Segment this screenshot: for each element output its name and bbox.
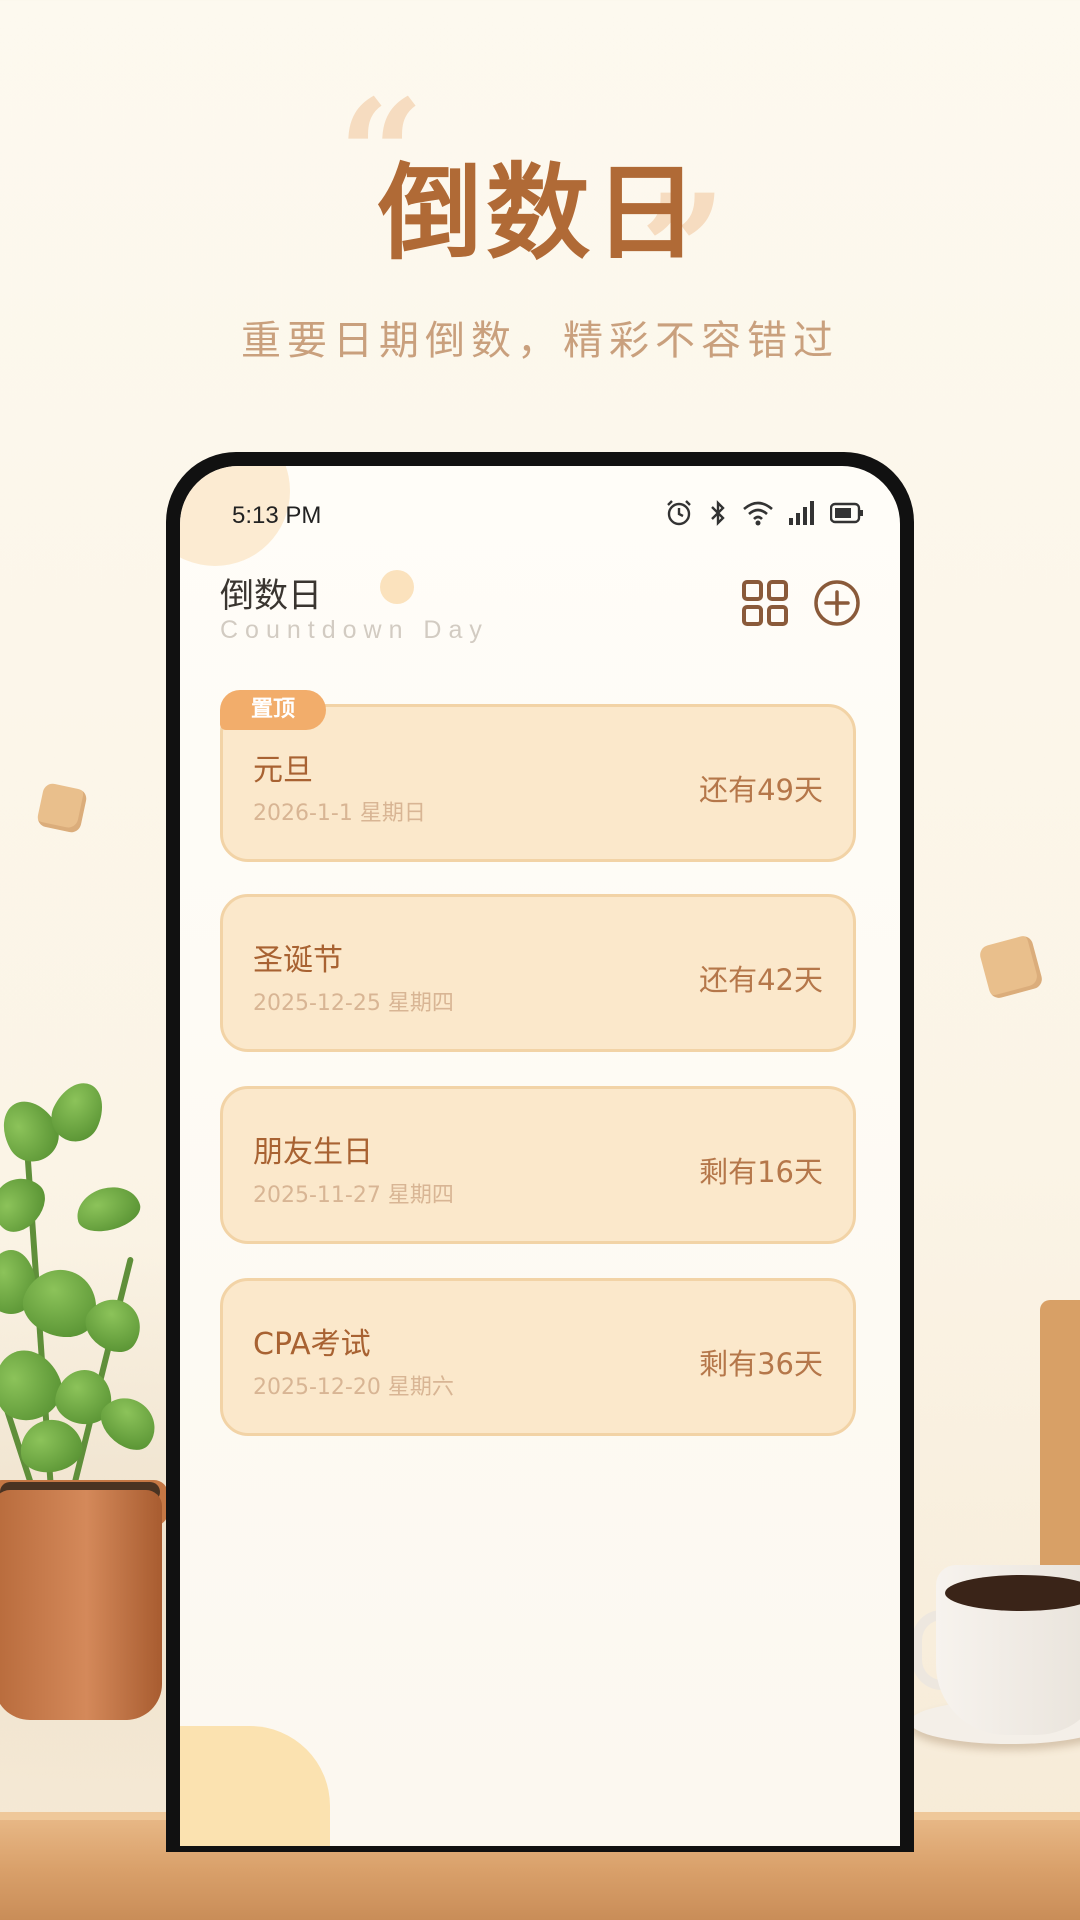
event-remaining-days: 剩有36天 [699,1347,823,1381]
event-card[interactable]: CPA考试 2025-12-20 星期六 剩有36天 [220,1278,856,1436]
status-time: 5:13 PM [232,502,322,529]
page-subtitle: Countdown Day [220,616,489,644]
event-card[interactable]: 元旦 2026-1-1 星期日 还有49天 [220,704,856,862]
event-remaining-days: 剩有16天 [699,1155,823,1189]
event-date: 2025-12-25 星期四 [253,991,454,1016]
add-circle-icon [814,580,860,626]
decorative-dot [380,570,414,604]
grid-view-button[interactable] [740,578,790,628]
page-title: 倒数日 [220,576,322,616]
bluetooth-icon [708,498,728,532]
event-remaining-days: 还有49天 [699,773,823,807]
event-date: 2025-11-27 星期四 [253,1183,454,1208]
event-remaining-days: 还有42天 [699,963,823,997]
event-name: 朋友生日 [253,1135,373,1170]
battery-icon [829,502,864,528]
cheese-cube-decoration [35,781,89,835]
cutting-board-decoration [1040,1300,1080,1600]
cheese-decoration [180,1726,330,1846]
event-date: 2026-1-1 星期日 [253,801,426,826]
event-card[interactable]: 圣诞节 2025-12-25 星期四 还有42天 [220,894,856,1052]
add-event-button[interactable] [812,578,862,628]
alarm-icon [664,498,694,532]
poster-title: 倒数日 [377,152,702,274]
poster-subtitle: 重要日期倒数，精彩不容错过 [241,318,839,364]
pinned-badge: 置顶 [220,690,326,730]
event-card[interactable]: 朋友生日 2025-11-27 星期四 剩有16天 [220,1086,856,1244]
event-name: 元旦 [253,753,313,788]
cheese-cube-decoration [977,933,1045,1001]
signal-icon [788,500,816,530]
app-screen: 5:13 PM 倒数日 Countdown Day 元旦 2026-1-1 星期… [180,466,900,1846]
status-icons [664,498,864,532]
grid-view-icon [742,580,788,626]
event-name: CPA考试 [253,1327,371,1362]
event-name: 圣诞节 [253,943,343,978]
phone-frame: 5:13 PM 倒数日 Countdown Day 元旦 2026-1-1 星期… [166,452,914,1852]
wifi-icon [742,499,774,531]
event-date: 2025-12-20 星期六 [253,1375,454,1400]
status-bar: 5:13 PM [180,466,900,556]
